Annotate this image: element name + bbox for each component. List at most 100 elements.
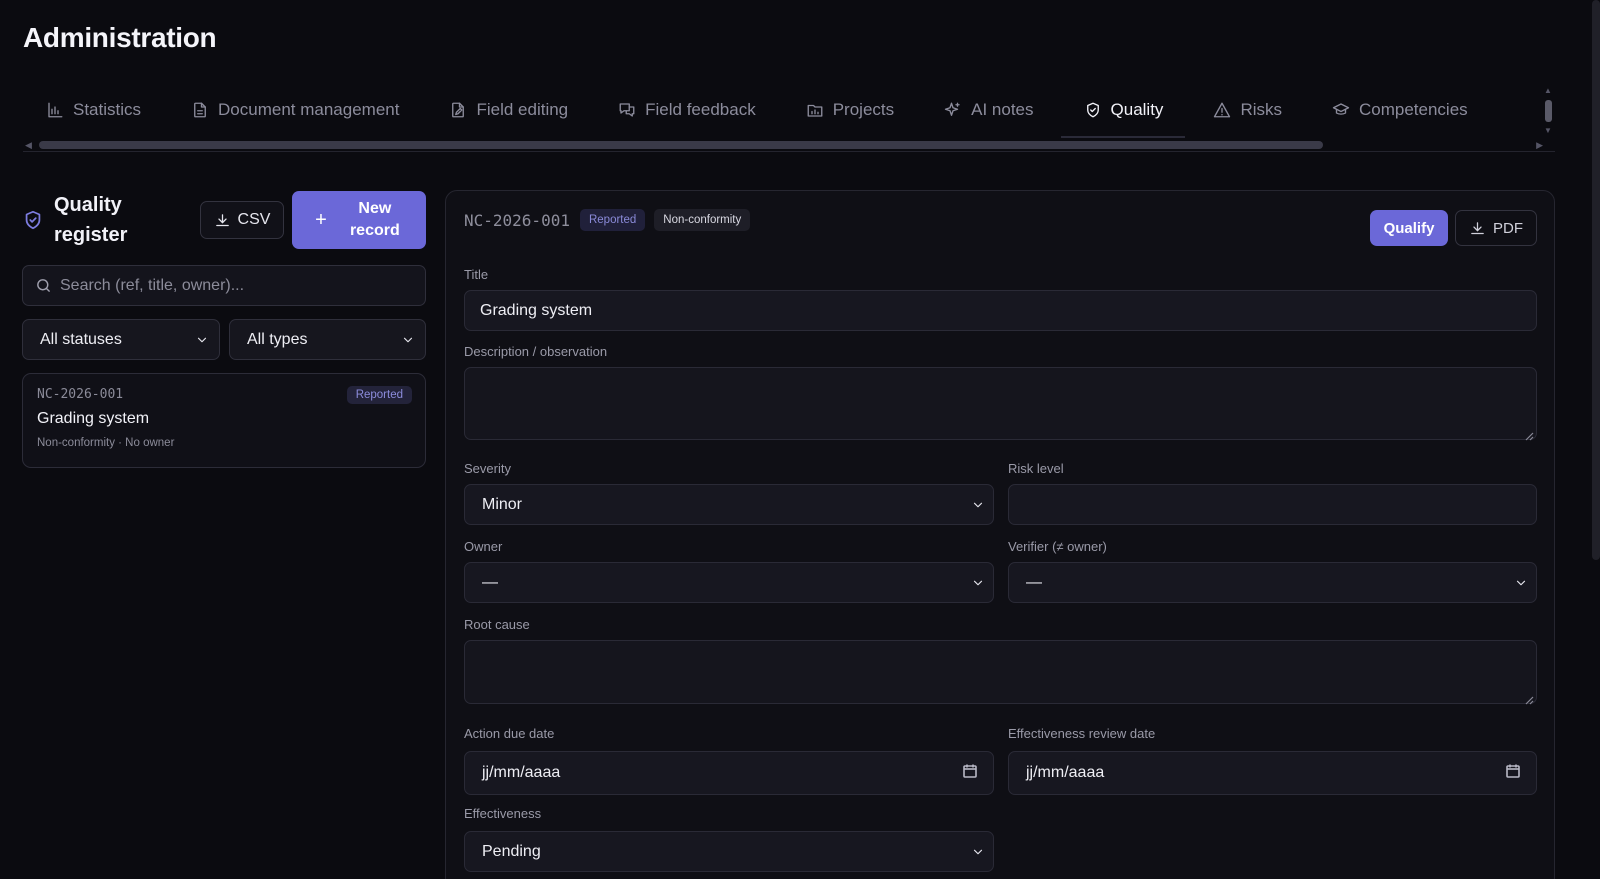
chat-icon [618, 101, 636, 119]
scrollbar-thumb[interactable] [1545, 100, 1552, 122]
resize-handle-icon[interactable] [1525, 428, 1534, 441]
severity-label: Severity [464, 461, 511, 476]
search-icon [37, 279, 50, 292]
tab-competencies[interactable]: Competencies [1332, 88, 1468, 138]
download-icon [1471, 221, 1484, 234]
detail-ref: NC-2026-001 [464, 210, 570, 230]
status-filter-value: All statuses [40, 330, 122, 348]
chevron-down-icon [1514, 576, 1528, 590]
shield-check-icon [1084, 101, 1102, 119]
severity-select[interactable]: Minor [464, 484, 994, 525]
scroll-down-arrow-icon[interactable]: ▼ [1544, 126, 1552, 135]
calendar-icon[interactable] [1505, 763, 1521, 784]
scroll-right-arrow-icon[interactable]: ▶ [1536, 140, 1543, 151]
status-filter-select[interactable]: All statuses [22, 319, 220, 360]
action-due-value: jj/mm/aaaa [482, 764, 561, 781]
calendar-icon[interactable] [962, 763, 978, 784]
tab-quality[interactable]: Quality [1060, 88, 1186, 138]
scroll-up-arrow-icon[interactable]: ▲ [1544, 86, 1552, 95]
register-title: Quality register [54, 194, 128, 246]
page-scrollbar[interactable] [1592, 0, 1600, 560]
chevron-down-icon [195, 333, 209, 347]
tab-label: Quality [1110, 100, 1164, 119]
owner-select[interactable]: — [464, 562, 994, 603]
effectiveness-select[interactable]: Pending [464, 831, 994, 872]
tab-label: Competencies [1359, 100, 1468, 119]
effectiveness-value: Pending [482, 842, 541, 860]
description-textarea[interactable] [464, 367, 1537, 441]
tab-label: Risks [1240, 100, 1282, 119]
review-date-label: Effectiveness review date [1008, 726, 1156, 741]
csv-label: CSV [237, 211, 271, 228]
action-due-label: Action due date [464, 726, 555, 741]
type-filter-select[interactable]: All types [229, 319, 426, 360]
chevron-down-icon [971, 498, 985, 512]
chevron-down-icon [971, 845, 985, 859]
record-meta: Non-conformity · No owner [37, 437, 175, 449]
action-due-date-input[interactable]: jj/mm/aaaa [464, 751, 994, 795]
search-box [22, 265, 426, 306]
shield-check-icon [22, 209, 44, 231]
tab-label: Document management [218, 100, 400, 119]
owner-value: — [482, 573, 498, 591]
pdf-export-button[interactable]: PDF [1455, 210, 1537, 246]
tab-field-editing[interactable]: Field editing [449, 88, 568, 138]
owner-label: Owner [464, 539, 503, 554]
title-label: Title [464, 267, 489, 282]
status-badge: Reported [579, 209, 646, 231]
verifier-select[interactable]: — [1008, 562, 1537, 603]
file-edit-icon [449, 101, 467, 119]
warning-icon [1213, 101, 1231, 119]
new-record-button[interactable]: + New record [292, 191, 426, 249]
title-input[interactable]: Grading system [464, 290, 1537, 331]
tab-label: Field editing [476, 100, 569, 119]
csv-export-button[interactable]: CSV [200, 201, 284, 239]
review-date-value: jj/mm/aaaa [1026, 764, 1105, 781]
tab-label: Statistics [73, 100, 142, 119]
list-item[interactable]: NC-2026-001 Reported Grading system Non-… [22, 373, 426, 468]
record-detail-panel: NC-2026-001 Reported Non-conformity Qual… [445, 190, 1555, 879]
tab-ai-notes[interactable]: AI notes [944, 88, 1034, 138]
pdf-label: PDF [1493, 219, 1523, 237]
search-input[interactable] [60, 276, 400, 295]
quality-register-panel: Quality register CSV + New record All st… [22, 190, 426, 468]
resize-handle-icon[interactable] [1525, 692, 1534, 705]
tab-document-management[interactable]: Document management [191, 88, 399, 138]
status-badge: Reported [346, 386, 412, 404]
tab-risks[interactable]: Risks [1213, 88, 1282, 138]
review-date-input[interactable]: jj/mm/aaaa [1008, 751, 1537, 795]
tabs-horizontal-scrollbar[interactable]: ◀ ▶ [23, 138, 1555, 152]
qualify-button[interactable]: Qualify [1370, 210, 1448, 246]
chevron-down-icon [971, 576, 985, 590]
tab-label: Projects [832, 100, 895, 119]
bar-chart-icon [46, 101, 64, 119]
tab-field-feedback[interactable]: Field feedback [618, 88, 756, 138]
tab-statistics[interactable]: Statistics [46, 88, 141, 138]
tab-projects[interactable]: Projects [806, 88, 894, 138]
severity-value: Minor [482, 495, 523, 513]
chevron-down-icon [401, 333, 415, 347]
type-filter-value: All types [247, 330, 308, 348]
admin-tabs: Statistics Document management Field edi… [23, 88, 1555, 138]
description-label: Description / observation [464, 344, 608, 359]
plus-icon: + [315, 208, 327, 231]
root-cause-label: Root cause [464, 617, 530, 632]
sparkles-icon [944, 101, 962, 119]
root-cause-textarea[interactable] [464, 640, 1537, 705]
effectiveness-label: Effectiveness [464, 806, 542, 821]
scrollbar-thumb[interactable] [39, 141, 1323, 149]
tab-label: Field feedback [645, 100, 756, 119]
record-title: Grading system [37, 410, 150, 427]
type-badge: Non-conformity [654, 209, 751, 231]
tabs-vertical-scrollbar[interactable]: ▲ ▼ [1542, 86, 1554, 136]
risk-level-label: Risk level [1008, 461, 1064, 476]
risk-level-input[interactable] [1008, 484, 1537, 525]
folder-chart-icon [806, 101, 824, 119]
new-record-label: New record [349, 200, 400, 239]
verifier-value: — [1026, 573, 1042, 591]
title-value: Grading system [480, 301, 593, 319]
document-icon [191, 101, 209, 119]
download-icon [215, 213, 229, 226]
scroll-left-arrow-icon[interactable]: ◀ [25, 140, 32, 151]
tab-label: AI notes [971, 100, 1034, 119]
